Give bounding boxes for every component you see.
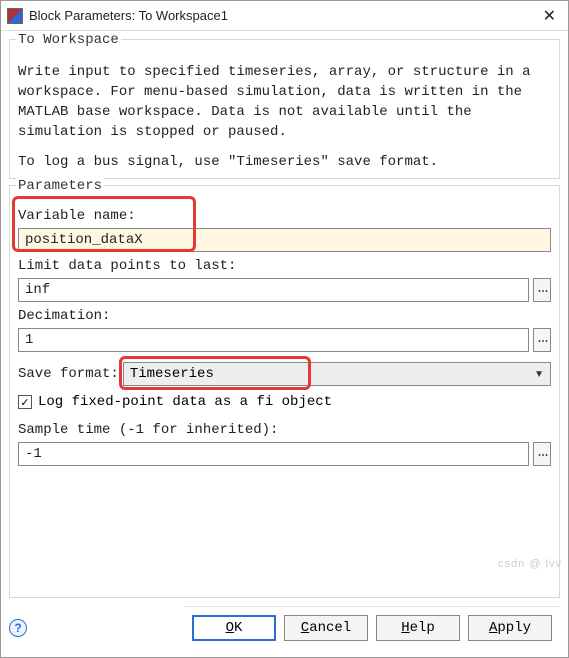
save-format-label: Save format: bbox=[18, 366, 119, 382]
help-icon[interactable]: ? bbox=[9, 619, 27, 637]
description-legend: To Workspace bbox=[16, 32, 121, 48]
description-paragraph-2: To log a bus signal, use "Timeseries" sa… bbox=[18, 152, 551, 172]
limit-more-button[interactable]: ⋮ bbox=[533, 278, 551, 302]
sample-time-label: Sample time (-1 for inherited): bbox=[18, 422, 278, 438]
titlebar: Block Parameters: To Workspace1 ✕ bbox=[1, 1, 568, 31]
variable-name-input[interactable] bbox=[18, 228, 551, 252]
variable-name-label: Variable name: bbox=[18, 208, 136, 224]
description-text: Write input to specified timeseries, arr… bbox=[18, 62, 551, 172]
close-icon[interactable]: ✕ bbox=[537, 6, 562, 26]
apply-button[interactable]: Apply bbox=[468, 615, 552, 641]
save-format-select[interactable]: Timeseries ▼ bbox=[123, 362, 551, 386]
help-button[interactable]: Help bbox=[376, 615, 460, 641]
decimation-input[interactable] bbox=[18, 328, 529, 352]
decimation-more-button[interactable]: ⋮ bbox=[533, 328, 551, 352]
description-paragraph-1: Write input to specified timeseries, arr… bbox=[18, 62, 551, 142]
log-fi-label: Log fixed-point data as a fi object bbox=[38, 394, 332, 410]
app-icon bbox=[7, 8, 23, 24]
log-fi-checkbox[interactable]: ✓ bbox=[18, 395, 32, 409]
chevron-down-icon: ▼ bbox=[534, 369, 544, 380]
window-title: Block Parameters: To Workspace1 bbox=[29, 8, 537, 23]
decimation-label: Decimation: bbox=[18, 308, 110, 324]
dialog-footer: ? OK Cancel Help Apply bbox=[1, 606, 568, 657]
cancel-button[interactable]: Cancel bbox=[284, 615, 368, 641]
sample-time-input[interactable] bbox=[18, 442, 529, 466]
dialog-window: Block Parameters: To Workspace1 ✕ To Wor… bbox=[0, 0, 569, 658]
save-format-value: Timeseries bbox=[130, 366, 214, 382]
sample-time-more-button[interactable]: ⋮ bbox=[533, 442, 551, 466]
dialog-content: To Workspace Write input to specified ti… bbox=[1, 31, 568, 606]
ok-button-rest: K bbox=[234, 620, 242, 636]
limit-label: Limit data points to last: bbox=[18, 258, 236, 274]
parameters-group: Parameters Variable name: Limit data poi… bbox=[9, 185, 560, 598]
limit-input[interactable] bbox=[18, 278, 529, 302]
description-group: To Workspace Write input to specified ti… bbox=[9, 39, 560, 179]
parameters-legend: Parameters bbox=[16, 178, 104, 194]
ok-button[interactable]: OK bbox=[192, 615, 276, 641]
